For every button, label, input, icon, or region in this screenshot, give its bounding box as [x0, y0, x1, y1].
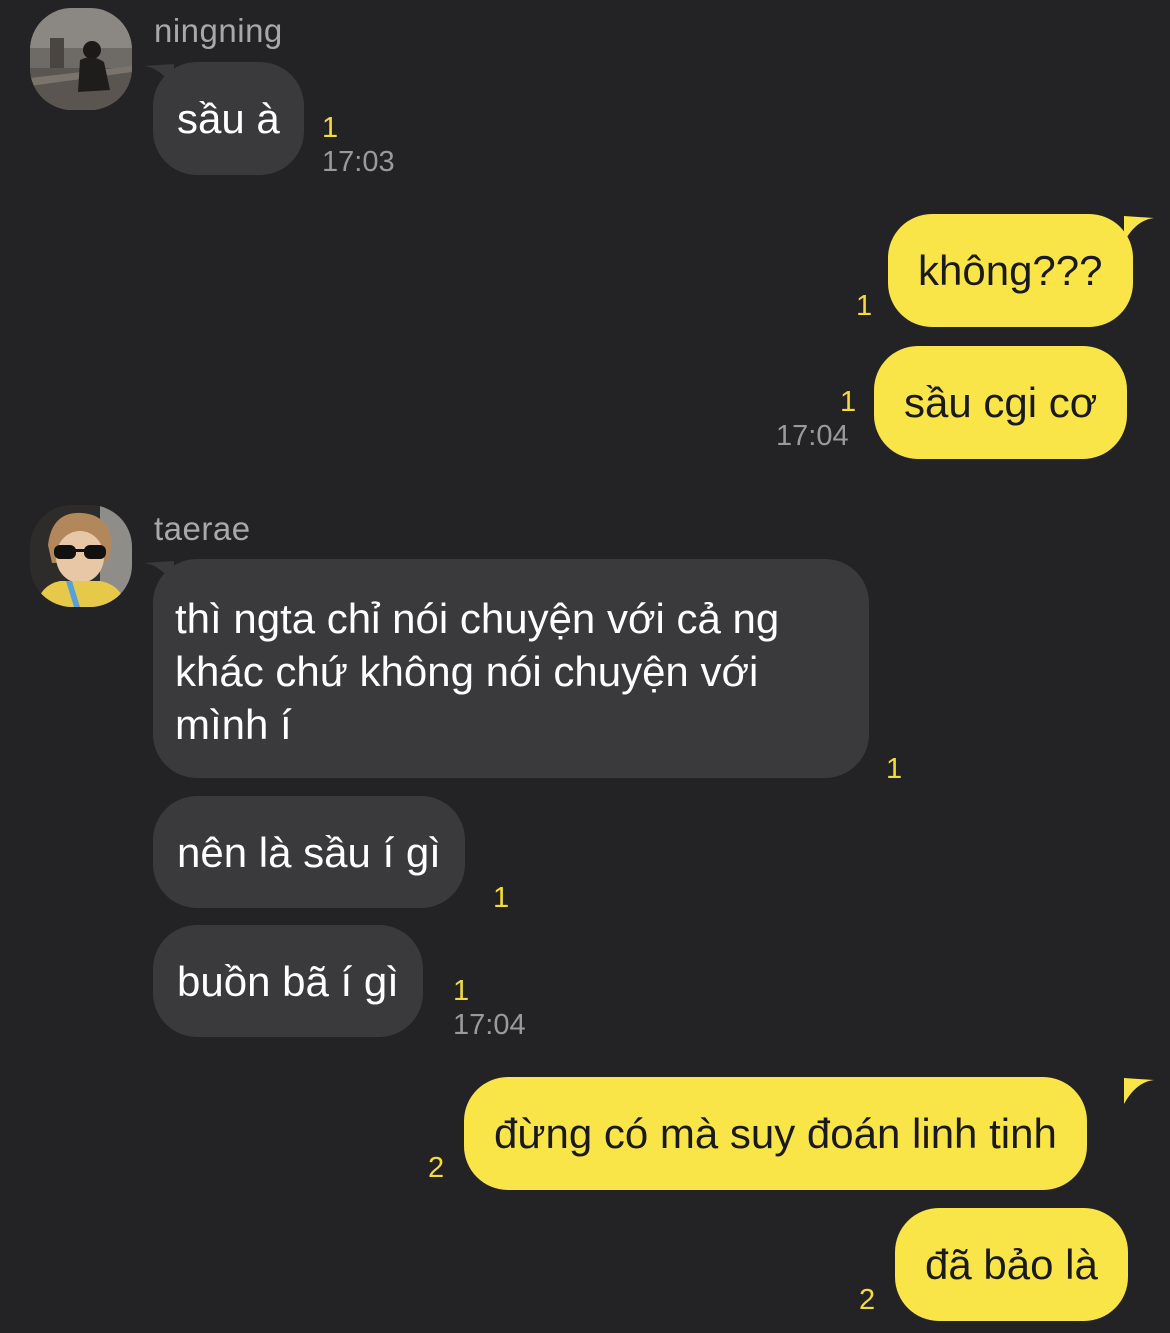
sender-name-ningning: ningning — [154, 12, 283, 49]
sender-name-taerae: taerae — [154, 510, 251, 547]
message-bubble-incoming[interactable]: thì ngta chỉ nói chuyện với cả ng khác c… — [153, 559, 869, 778]
ningning-avatar[interactable] — [30, 8, 132, 110]
message-bubble-outgoing[interactable]: không??? — [888, 214, 1133, 327]
message-timestamp: 17:04 — [453, 1009, 526, 1041]
message-bubble-incoming[interactable]: buồn bã í gì — [153, 925, 423, 1037]
message-bubble-outgoing[interactable]: đã bảo là — [895, 1208, 1128, 1321]
unread-count: 1 — [322, 112, 339, 144]
message-timestamp: 17:03 — [322, 146, 395, 178]
message-bubble-incoming[interactable]: sầu à — [153, 62, 304, 175]
unread-count: 2 — [859, 1284, 876, 1316]
message-bubble-outgoing[interactable]: sầu cgi cơ — [874, 346, 1128, 459]
unread-count: 2 — [428, 1152, 445, 1184]
unread-count: 1 — [840, 386, 857, 418]
message-bubble-outgoing[interactable]: đừng có mà suy đoán linh tinh — [464, 1077, 1087, 1190]
unread-count: 1 — [493, 882, 510, 914]
profile-photo-icon — [30, 8, 132, 110]
bubble-tail — [1124, 1078, 1154, 1104]
unread-count: 1 — [856, 290, 873, 322]
message-timestamp: 17:04 — [776, 420, 849, 452]
taerae-avatar[interactable] — [30, 505, 132, 607]
unread-count: 1 — [453, 975, 470, 1007]
unread-count: 1 — [886, 753, 903, 785]
profile-photo-icon — [30, 505, 132, 607]
message-bubble-incoming[interactable]: nên là sầu í gì — [153, 796, 465, 908]
